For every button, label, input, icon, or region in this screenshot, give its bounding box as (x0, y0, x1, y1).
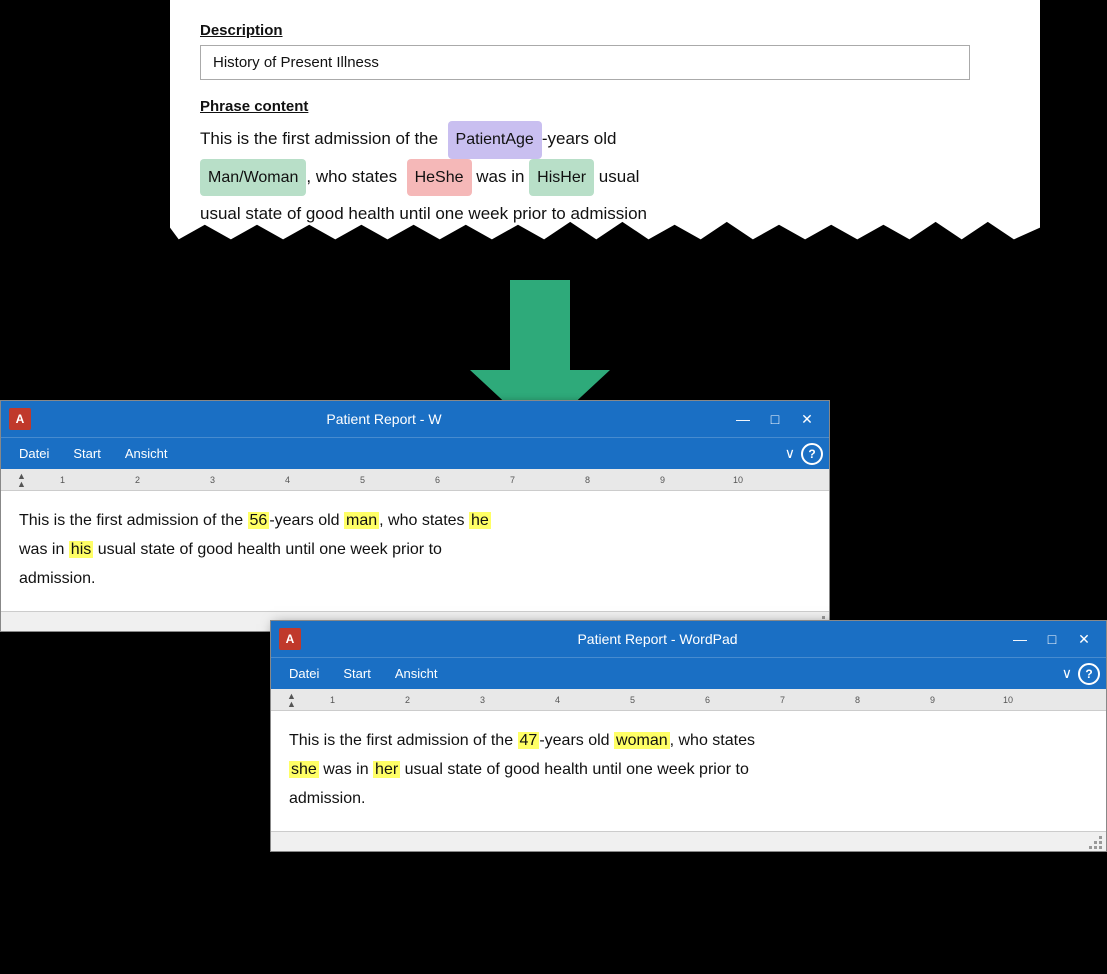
wp2-menu-chevron-icon: ∨ (1062, 665, 1072, 682)
wp2-highlight-gender: woman (614, 732, 670, 749)
wp2-minimize-button[interactable]: — (1006, 625, 1034, 653)
wp1-ruler-marks: ▲ ▲ 1 2 3 4 5 6 7 8 9 10 (5, 469, 825, 490)
top-panel: Description History of Present Illness P… (170, 0, 1040, 292)
wp2-statusbar (271, 831, 1106, 851)
wp2-title-text: Patient Report - WordPad (577, 631, 737, 647)
wp1-menu-start[interactable]: Start (61, 442, 112, 465)
phrase-usual: usual (599, 167, 640, 186)
tag-hisher: HisHer (529, 159, 594, 197)
description-box: History of Present Illness (200, 45, 970, 80)
wp2-highlight-pronoun2: her (373, 761, 400, 778)
wp2-menubar: Datei Start Ansicht ∨ ? (271, 657, 1106, 689)
phrase-mid3: was in (476, 167, 524, 186)
wp2-app-icon-letter: A (286, 632, 295, 646)
phrase-mid1: -years old (542, 129, 617, 148)
wp2-highlight-pronoun1: she (289, 761, 319, 778)
description-label: Description (200, 22, 1010, 39)
wp2-menu-start[interactable]: Start (331, 662, 382, 685)
tag-patient-age: PatientAge (448, 121, 542, 159)
wp2-app-icon: A (279, 628, 301, 650)
tag-man-woman: Man/Woman (200, 159, 306, 197)
wp1-close-button[interactable]: ✕ (793, 405, 821, 433)
wp2-title: Patient Report - WordPad (309, 631, 1006, 647)
wp2-ruler-marks: ▲ ▲ 1 2 3 4 5 6 7 8 9 10 (275, 689, 1102, 710)
wp1-maximize-button[interactable]: □ (761, 405, 789, 433)
wp1-ruler: ▲ ▲ 1 2 3 4 5 6 7 8 9 10 (1, 469, 829, 491)
wp1-menu-ansicht[interactable]: Ansicht (113, 442, 180, 465)
wp2-highlight-age: 47 (518, 732, 540, 749)
wp2-close-button[interactable]: ✕ (1070, 625, 1098, 653)
wordpad-window-2: A Patient Report - WordPad — □ ✕ Datei S… (270, 620, 1107, 852)
wp2-resize-icon (1088, 835, 1102, 849)
wp2-menu-ansicht[interactable]: Ansicht (383, 662, 450, 685)
wp1-app-icon: A (9, 408, 31, 430)
wp2-ruler: ▲ ▲ 1 2 3 4 5 6 7 8 9 10 (271, 689, 1106, 711)
wp2-titlebar: A Patient Report - WordPad — □ ✕ (271, 621, 1106, 657)
phrase-label: Phrase content (200, 98, 1010, 115)
wp1-app-icon-letter: A (16, 412, 25, 426)
phrase-content: This is the first admission of the Patie… (200, 121, 1010, 232)
wp2-menu-datei[interactable]: Datei (277, 662, 331, 685)
wp2-content: This is the first admission of the 47-ye… (271, 711, 1106, 831)
phrase-before: This is the first admission of the (200, 129, 438, 148)
wp1-highlight-gender: man (344, 512, 379, 529)
wp1-menu-chevron-icon: ∨ (785, 445, 795, 462)
phrase-mid2: , who states (306, 167, 397, 186)
wp1-help-button[interactable]: ? (801, 443, 823, 465)
phrase-mid4: usual state of good health until one wee… (200, 204, 647, 223)
wp1-highlight-pronoun2: his (69, 541, 93, 558)
wp1-content: This is the first admission of the 56-ye… (1, 491, 829, 611)
wp2-maximize-button[interactable]: □ (1038, 625, 1066, 653)
wp1-title-text: Patient Report - W (326, 411, 441, 427)
wp1-highlight-age: 56 (248, 512, 270, 529)
tag-heshe: HeShe (407, 159, 472, 197)
wp2-win-controls: — □ ✕ (1006, 625, 1098, 653)
wp1-minimize-button[interactable]: — (729, 405, 757, 433)
wp1-menu-datei[interactable]: Datei (7, 442, 61, 465)
wp1-titlebar: A Patient Report - W — □ ✕ (1, 401, 829, 437)
wp1-title: Patient Report - W (39, 411, 729, 427)
wp1-win-controls: — □ ✕ (729, 405, 821, 433)
wp1-menubar: Datei Start Ansicht ∨ ? (1, 437, 829, 469)
wp1-highlight-pronoun1: he (469, 512, 491, 529)
wp2-help-button[interactable]: ? (1078, 663, 1100, 685)
description-value: History of Present Illness (213, 54, 379, 71)
wordpad-window-1: A Patient Report - W — □ ✕ Datei Start A… (0, 400, 830, 632)
